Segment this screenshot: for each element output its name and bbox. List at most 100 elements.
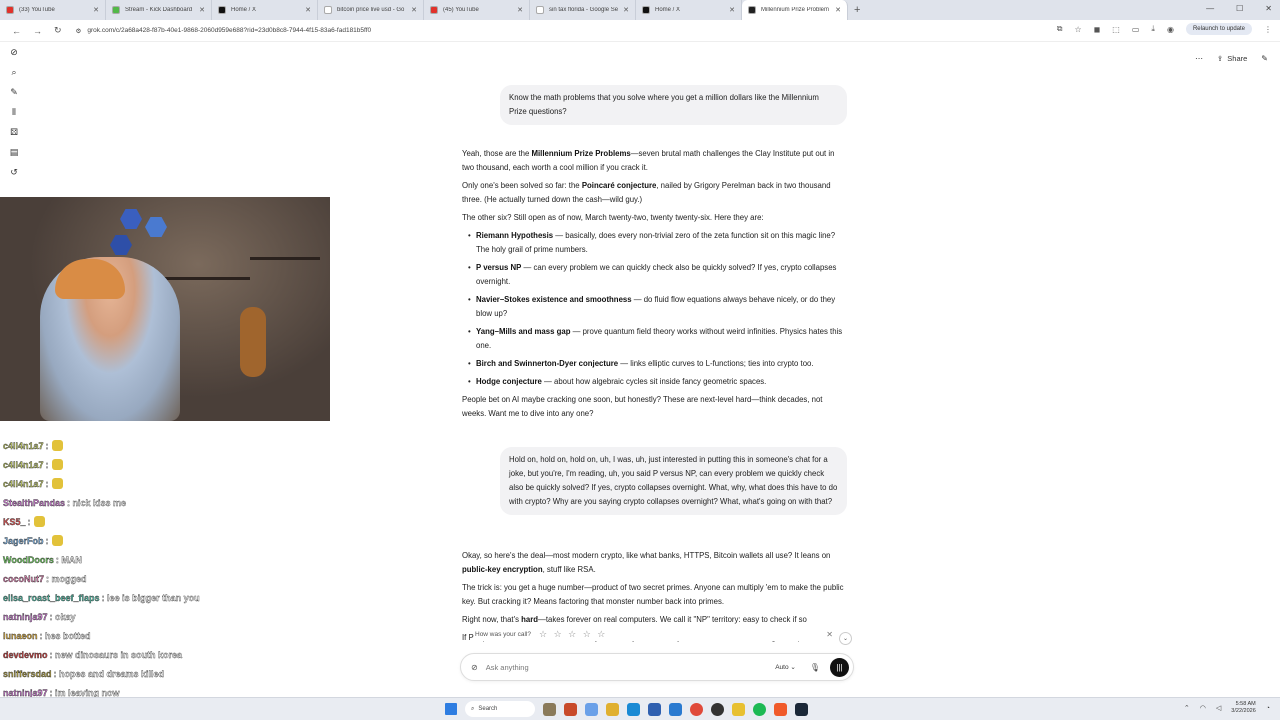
grok-main: ⋯ ⇪ Share ✎ Know the math problems that … — [330, 42, 1280, 694]
history-icon[interactable]: ↺ — [0, 162, 28, 182]
tab-close-icon[interactable]: ✕ — [729, 6, 735, 14]
brave-icon[interactable] — [774, 702, 787, 716]
tab-close-icon[interactable]: ✕ — [199, 6, 205, 14]
chrome-icon[interactable] — [690, 702, 703, 716]
scroll-down-button[interactable]: ⌄ — [839, 632, 852, 645]
tab-title: Millennium Prize Problem — [761, 7, 830, 13]
tab-close-icon[interactable]: ✕ — [93, 6, 99, 14]
problem-list: Riemann Hypothesis — basically, does eve… — [462, 229, 848, 389]
new-chat-top-icon[interactable]: ✎ — [1261, 54, 1268, 63]
chevron-down-icon: ⌄ — [842, 636, 849, 642]
browser-tab[interactable]: Stream - Kick Dashboard ✕ — [106, 0, 212, 20]
spotify-icon[interactable] — [753, 702, 766, 716]
tab-close-icon[interactable]: ✕ — [411, 6, 417, 14]
microphone-icon[interactable]: 🎙 — [810, 663, 820, 672]
bookmark-star-icon[interactable]: ☆ — [1074, 25, 1081, 34]
maximize-icon[interactable]: ☐ — [1236, 4, 1243, 13]
tab-close-icon[interactable]: ✕ — [305, 6, 311, 14]
close-window-icon[interactable]: ✕ — [1265, 4, 1272, 13]
ask-input[interactable]: Ask anything — [486, 663, 776, 672]
reload-icon[interactable]: ↻ — [54, 25, 62, 36]
chat-username: c4ll4n1a7 — [3, 440, 44, 451]
voice-icon[interactable]: ⦀ — [0, 102, 28, 122]
imagine-icon[interactable]: ⚄ — [0, 122, 28, 142]
tray-chevron-icon[interactable]: ⌃ — [1184, 704, 1190, 712]
edge-icon[interactable] — [627, 702, 640, 716]
profile-icon[interactable]: ◉ — [1167, 25, 1174, 34]
obs-icon[interactable] — [711, 702, 724, 716]
new-chat-icon[interactable]: ✎ — [0, 82, 28, 102]
chat-username: c4ll4n1a7 — [3, 459, 44, 470]
tab-title: bitcoin price live usd - Go — [337, 7, 405, 13]
composer: ⊘ Ask anything Auto ⌄ 🎙 ||| — [460, 653, 854, 681]
rating-stars[interactable]: ☆ ☆ ☆ ☆ ☆ — [539, 629, 607, 640]
taskbar-apps: ⌕ Search — [445, 701, 808, 717]
app-icon[interactable] — [564, 702, 577, 716]
forward-icon[interactable]: → — [33, 26, 42, 36]
browser-tab[interactable]: bitcoin price live usd - Go ✕ — [318, 0, 424, 20]
close-icon[interactable]: ✕ — [826, 630, 833, 639]
taskbar-search[interactable]: ⌕ Search — [465, 701, 535, 717]
copilot-icon[interactable] — [585, 702, 598, 716]
chat-text: : lee is bigger than you — [101, 592, 200, 603]
chat-message: c4ll4n1a7: — [0, 436, 330, 455]
chat-message: elisa_roast_beef_flaps: lee is bigger th… — [0, 588, 330, 607]
emote-icon — [51, 440, 63, 451]
install-icon[interactable]: ⧉ — [1057, 24, 1063, 34]
toolbar-right: ⧉ ☆ ◼ ⬚ ▭ ⤓ ◉ Relaunch to update ⋮ — [1057, 23, 1272, 35]
chat-message: c4ll4n1a7: — [0, 455, 330, 474]
search-icon[interactable]: ⌕ — [0, 62, 28, 82]
vlc-icon[interactable] — [732, 702, 745, 716]
share-button[interactable]: ⇪ Share — [1217, 54, 1247, 63]
browser-tab[interactable]: (33) YouTube ✕ — [0, 0, 106, 20]
webcam-overlay — [0, 197, 330, 421]
clock[interactable]: 5:58 AM 3/22/2026 — [1231, 701, 1255, 715]
file-explorer-icon[interactable] — [606, 702, 619, 716]
menu-dots-icon[interactable]: ⋮ — [1264, 25, 1272, 34]
browser-tab[interactable]: sin tax florida - Google Se ✕ — [530, 0, 636, 20]
extensions-puzzle-icon[interactable]: ⬚ — [1112, 25, 1120, 34]
back-icon[interactable]: ← — [12, 26, 21, 36]
downloads-icon[interactable]: ⤓ — [1151, 24, 1155, 34]
clock-date: 3/22/2026 — [1231, 708, 1256, 714]
chat-text: : nick kiss me — [67, 497, 127, 508]
new-tab-icon[interactable]: + — [854, 4, 860, 16]
minimize-icon[interactable]: — — [1206, 4, 1214, 13]
widgets-icon[interactable] — [543, 702, 556, 716]
steam-icon[interactable] — [795, 702, 808, 716]
relaunch-button[interactable]: Relaunch to update — [1185, 23, 1252, 35]
grok-logo-icon[interactable]: ⊘ — [0, 42, 28, 62]
tab-close-icon[interactable]: ✕ — [623, 6, 629, 14]
wifi-icon[interactable]: ◠ — [1200, 704, 1206, 712]
browser-tab[interactable]: (45) YouTube ✕ — [424, 0, 530, 20]
chat-message: StealthPandas: nick kiss me — [0, 493, 330, 512]
notifications-icon[interactable]: ◔ — [1266, 705, 1270, 712]
volume-icon[interactable]: ◁ — [1216, 704, 1221, 712]
outlook-icon[interactable] — [669, 702, 682, 716]
tab-close-icon[interactable]: ✕ — [835, 6, 841, 14]
site-info-icon[interactable]: ⚙ — [76, 27, 82, 35]
chat-text: : — [45, 459, 49, 470]
url-field[interactable]: ⚙ grok.com/c/2a68a428-f87b-40e1-9868-206… — [76, 27, 372, 35]
browser-tab[interactable]: Home / X ✕ — [636, 0, 742, 20]
response-paragraph: The trick is: you get a huge number—prod… — [462, 583, 844, 606]
browser-tab[interactable]: Home / X ✕ — [212, 0, 318, 20]
voice-mode-button[interactable]: ||| — [830, 657, 849, 677]
sidebar-icon[interactable]: ▭ — [1132, 25, 1140, 34]
store-icon[interactable] — [648, 702, 661, 716]
mode-selector[interactable]: Auto ⌄ — [775, 663, 796, 671]
chat-username: sniffersdad — [3, 668, 52, 679]
tab-favicon-icon — [112, 6, 120, 14]
tab-close-icon[interactable]: ✕ — [517, 6, 523, 14]
attach-icon[interactable]: ⊘ — [471, 663, 478, 672]
browser-tab[interactable]: Millennium Prize Problem ✕ — [742, 0, 848, 20]
windows-start-icon[interactable] — [445, 703, 457, 715]
chat-message: JagerFob: — [0, 531, 330, 550]
emote-icon — [51, 535, 63, 546]
extension-icon[interactable]: ◼ — [1094, 25, 1101, 34]
response-paragraph: People bet on AI maybe cracking one soon… — [462, 395, 823, 418]
more-options-icon[interactable]: ⋯ — [1195, 54, 1203, 63]
chat-text: : im leaving now — [49, 687, 120, 698]
chat-text: : hes botted — [39, 630, 91, 641]
projects-icon[interactable]: ▤ — [0, 142, 28, 162]
